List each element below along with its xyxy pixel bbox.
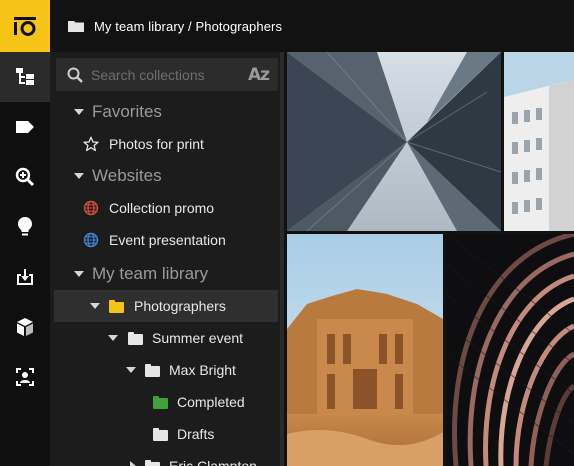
top-bar: My team library / Photographers	[50, 0, 574, 52]
item-label: Photographers	[134, 298, 226, 314]
tree-item-drafts[interactable]: Drafts	[50, 418, 284, 450]
folder-icon	[145, 363, 160, 377]
cube-icon	[17, 318, 33, 336]
caret-down-icon	[108, 335, 118, 341]
list-item-event-presentation[interactable]: Event presentation	[50, 224, 284, 256]
tags-button[interactable]	[0, 102, 50, 152]
caret-down-icon	[74, 109, 84, 115]
photo-curved-facade	[446, 234, 574, 466]
tree-item-summer-event[interactable]: Summer event	[50, 322, 284, 354]
app-logo[interactable]	[0, 0, 50, 52]
section-label: Favorites	[92, 102, 162, 121]
logo-icon	[14, 17, 36, 36]
zoom-search-icon	[15, 167, 35, 187]
search-icon	[67, 67, 83, 83]
lightbulb-icon	[18, 217, 32, 236]
tree-item-photographers[interactable]: Photographers	[54, 290, 278, 322]
photo-white-building	[504, 52, 574, 231]
section-websites[interactable]: Websites	[50, 160, 284, 192]
download-icon	[17, 269, 33, 285]
globe-icon	[83, 200, 99, 216]
item-label: Photos for print	[109, 136, 204, 152]
image-tile-curves[interactable]	[446, 234, 574, 466]
section-favorites[interactable]: Favorites	[50, 96, 284, 128]
collections-tree-icon	[16, 68, 34, 85]
caret-down-icon	[126, 367, 136, 373]
section-my-team-library[interactable]: My team library	[50, 258, 284, 290]
left-rail	[0, 0, 50, 466]
image-tile-petra[interactable]	[287, 234, 443, 466]
image-tile-white-building[interactable]	[504, 52, 574, 231]
sort-alphabetical-icon[interactable]: Az	[248, 65, 270, 85]
caret-down-icon	[74, 173, 84, 179]
section-label: My team library	[92, 264, 209, 283]
3d-assets-button[interactable]	[0, 302, 50, 352]
tree-item-max-bright[interactable]: Max Bright	[50, 354, 284, 386]
item-label: Collection promo	[109, 200, 215, 216]
item-label: Max Bright	[169, 362, 236, 378]
star-outline-icon	[83, 136, 99, 152]
ideas-button[interactable]	[0, 202, 50, 252]
tag-icon	[16, 121, 34, 133]
list-item-photos-for-print[interactable]: Photos for print	[50, 128, 284, 160]
item-label: Drafts	[177, 426, 215, 442]
search-input[interactable]	[91, 66, 231, 83]
caret-right-icon	[130, 461, 136, 466]
item-label: Eric Clampton	[169, 458, 257, 466]
downloads-button[interactable]	[0, 252, 50, 302]
item-label: Event presentation	[109, 232, 226, 248]
list-item-collection-promo[interactable]: Collection promo	[50, 192, 284, 224]
folder-icon	[128, 331, 143, 345]
people-button[interactable]	[0, 352, 50, 402]
caret-down-icon	[90, 303, 100, 309]
folder-icon	[109, 299, 124, 313]
folder-icon	[153, 427, 168, 441]
photo-skyscrapers	[287, 52, 501, 231]
image-tile-architecture[interactable]	[287, 52, 501, 231]
tree-item-completed[interactable]: Completed	[50, 386, 284, 418]
search-bar: Az	[56, 58, 278, 91]
globe-icon	[83, 232, 99, 248]
folder-icon	[68, 21, 84, 32]
photo-desert-monument	[287, 234, 443, 466]
folder-icon	[145, 459, 160, 466]
section-label: Websites	[92, 166, 162, 185]
caret-down-icon	[74, 271, 84, 277]
item-label: Completed	[177, 394, 245, 410]
collections-panel: Az Favorites Photos for print Websites C…	[50, 52, 284, 466]
breadcrumb[interactable]: My team library / Photographers	[94, 19, 282, 34]
zoom-search-button[interactable]	[0, 152, 50, 202]
tree-item-eric-clampton[interactable]: Eric Clampton	[50, 450, 284, 466]
person-frame-icon	[16, 368, 34, 386]
collections-tree-button[interactable]	[0, 52, 50, 102]
item-label: Summer event	[152, 330, 244, 346]
panel-scrollbar[interactable]	[280, 52, 284, 466]
folder-icon	[153, 395, 168, 409]
